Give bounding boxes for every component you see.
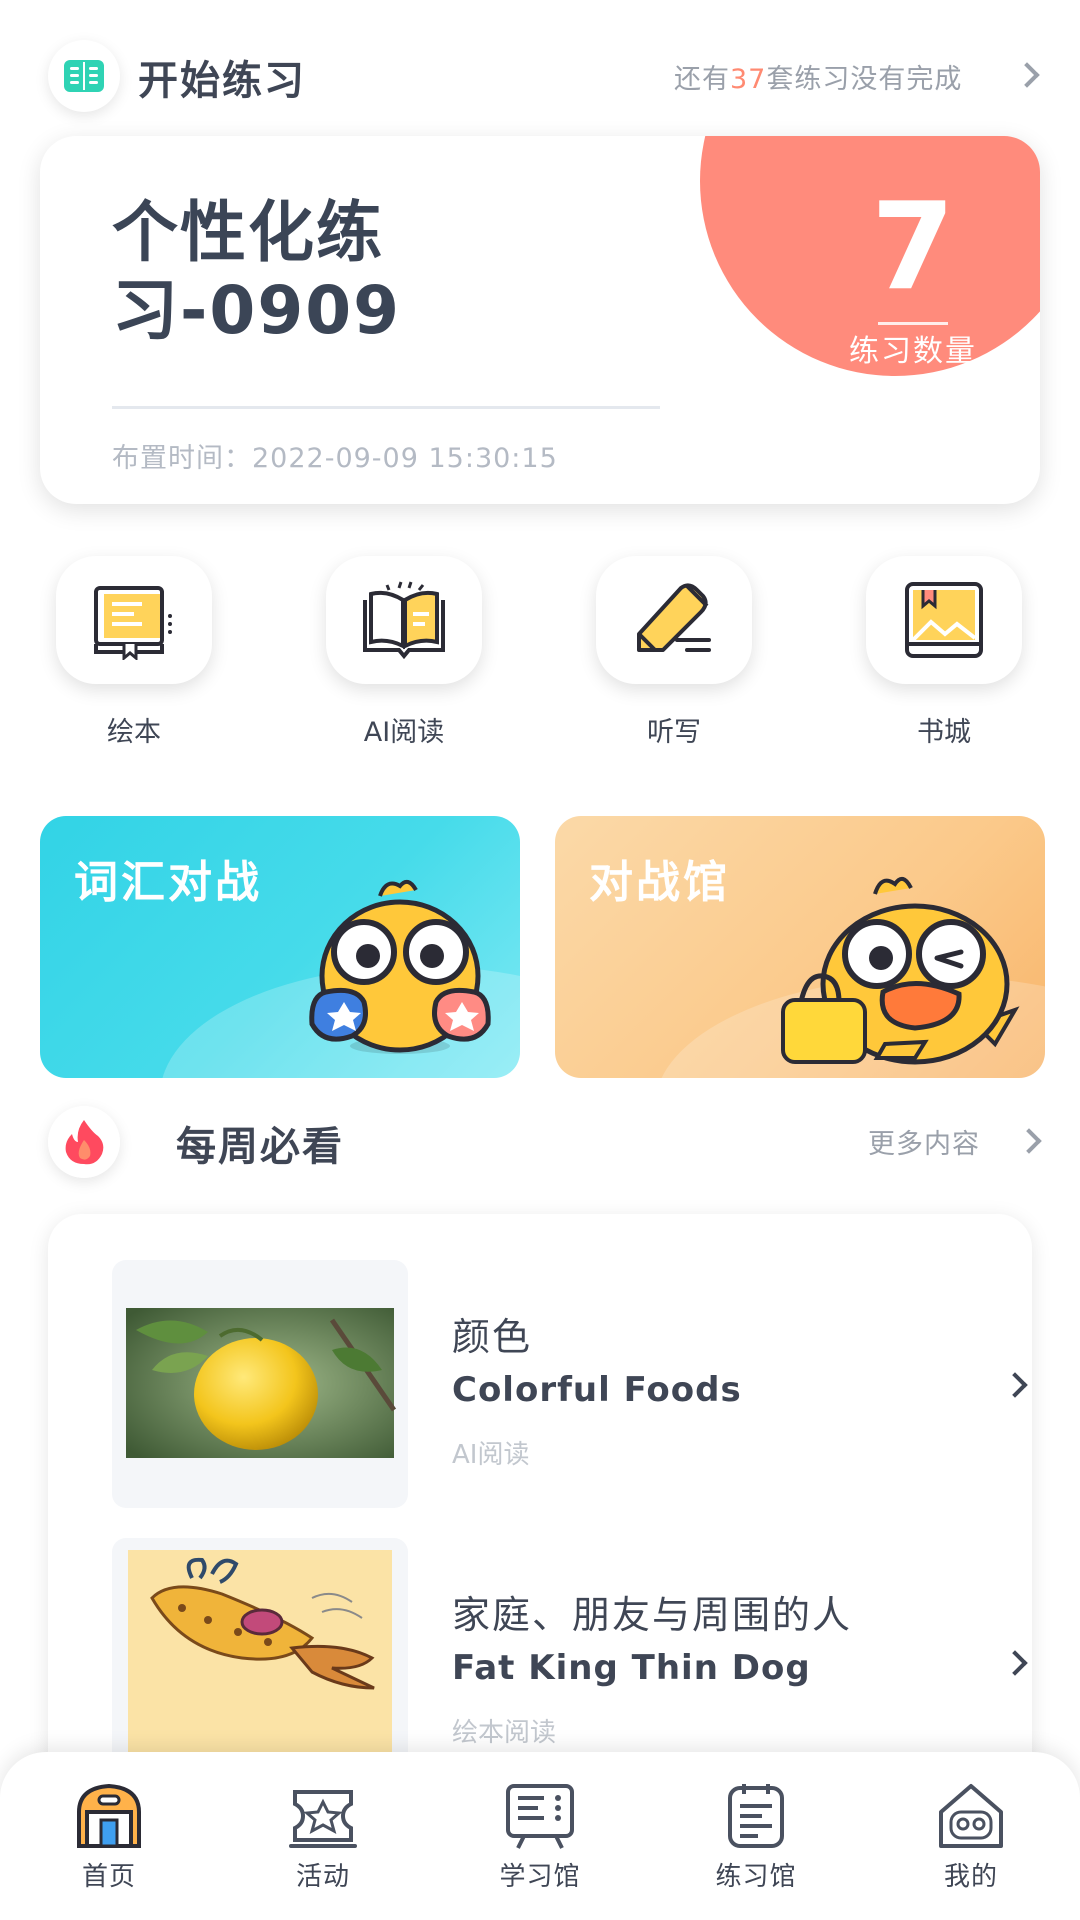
profile-icon [939,1784,1003,1848]
book-thumbnail [112,1538,408,1786]
practice-section-header: 开始练习 还有37套练习没有完成 [0,30,1080,120]
book-thumbnail [112,1260,408,1508]
practice-book-icon [64,60,104,92]
practice-count-label: 练习数量 [849,334,977,369]
chevron-right-icon[interactable] [1002,1372,1028,1398]
nav-label: 学习馆 [499,1862,581,1892]
nav-item-home[interactable]: 首页 [34,1776,184,1893]
pending-count: 37 [730,64,767,95]
practice-card-divider [112,406,660,409]
activity-icon [289,1790,357,1848]
quick-entry-label: 听写 [647,717,701,748]
nav-icon-wrap [896,1776,1046,1850]
vocab-battle-title: 词汇对战 [74,857,262,908]
quick-entry-label: 绘本 [107,717,161,748]
quick-entry-dictation[interactable]: 听写 [596,556,752,749]
weekly-section-header: 每周必看 更多内容 [0,1094,1080,1184]
picture-book-icon [94,586,172,660]
book-category: AI阅读 [452,1440,530,1470]
duck-boxing-mascot-icon [309,879,491,1054]
pending-practice-link[interactable]: 还有37套练习没有完成 [674,57,962,96]
practice-section-title: 开始练习 [138,58,306,104]
nav-icon-wrap [465,1776,615,1850]
nav-label: 我的 [943,1862,998,1892]
quick-entry-bookstore[interactable]: 书城 [866,556,1022,749]
nav-icon-wrap [248,1776,398,1850]
nav-item-profile[interactable]: 我的 [896,1776,1046,1893]
book-title-cn: 家庭、朋友与周围的人 [452,1593,853,1637]
duck-shopping-mascot-icon [781,876,1020,1065]
pending-prefix: 还有 [674,64,730,95]
nav-label: 练习馆 [715,1862,797,1892]
practice-count-underline [878,322,948,325]
king-illustration-image [128,1550,392,1786]
quick-entry-label: 书城 [917,717,971,748]
practice-card[interactable]: 个性化练习-0909 布置时间：2022-09-09 15:30:15 7 练习… [40,136,1040,504]
pencil-icon [637,583,711,652]
battle-hall-title: 对战馆 [589,857,730,908]
list-item[interactable]: 家庭、朋友与周围的人 Fat King Thin Dog 绘本阅读 [112,1538,1028,1786]
nav-item-practice-hall[interactable]: 练习馆 [681,1776,831,1893]
list-item[interactable]: 颜色 Colorful Foods AI阅读 [112,1260,1028,1508]
home-icon [77,1783,141,1848]
quick-entry-box [596,556,752,684]
citrus-fruit-image [126,1308,397,1458]
pending-suffix: 套练习没有完成 [766,64,963,95]
quick-entry-box [56,556,212,684]
quick-entry-picture-book[interactable]: 绘本 [56,556,212,749]
nav-icon-wrap [681,1776,831,1850]
practice-name: 个性化练习-0909 [112,194,402,349]
bottom-navigation: 首页 活动 学习馆 练习馆 我的 [0,1752,1080,1920]
book-title-en: Colorful Foods [452,1370,742,1410]
nav-item-study-hall[interactable]: 学习馆 [465,1776,615,1893]
nav-label: 活动 [295,1862,350,1892]
book-title-cn: 颜色 [452,1315,533,1359]
assigned-time-label: 布置时间： [112,443,252,474]
quick-entry-box [326,556,482,684]
nav-item-activity[interactable]: 活动 [248,1776,398,1893]
nav-label: 首页 [81,1862,136,1892]
practice-hall-icon [728,1784,784,1848]
quick-entry-box [866,556,1022,684]
assigned-time-value: 2022-09-09 15:30:15 [252,443,558,474]
quick-entry-ai-reading[interactable]: AI阅读 [326,556,482,749]
chevron-right-icon[interactable] [1002,1650,1028,1676]
study-hall-icon [506,1784,574,1849]
weekly-section-title: 每周必看 [176,1124,344,1170]
bookstore-icon [905,582,983,658]
pending-chevron-icon[interactable] [1014,62,1040,88]
weekly-badge [48,1106,120,1178]
book-title-en: Fat King Thin Dog [452,1648,811,1688]
practice-count: 7 [871,178,955,317]
quick-entry-label: AI阅读 [363,717,445,748]
battle-hall-card[interactable]: 对战馆 [555,816,1045,1078]
more-content-chevron-icon[interactable] [1016,1128,1042,1154]
book-category: 绘本阅读 [452,1718,557,1748]
nav-icon-wrap [34,1776,184,1850]
more-content-link[interactable]: 更多内容 [868,1122,980,1161]
flame-icon [65,1120,104,1165]
practice-badge [48,40,120,112]
open-book-icon [363,581,445,660]
vocab-battle-card[interactable]: 词汇对战 [40,816,520,1078]
assigned-time: 布置时间：2022-09-09 15:30:15 [112,436,558,475]
